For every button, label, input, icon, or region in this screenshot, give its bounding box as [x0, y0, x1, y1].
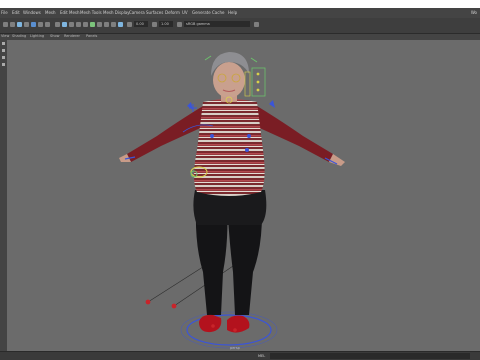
left-arm[interactable] [127, 106, 205, 162]
menu-help[interactable]: Help [228, 10, 237, 15]
select-tool-icon[interactable] [2, 42, 5, 45]
panel-menu-shading[interactable]: Shading [12, 34, 26, 38]
face-control-eye[interactable] [256, 80, 260, 84]
foot-control-right[interactable] [233, 328, 237, 332]
pole-vector-left[interactable] [145, 299, 151, 305]
menu-camera[interactable]: Camera [129, 10, 145, 15]
camera-attributes-icon[interactable] [10, 22, 15, 27]
dropdown-arrow-icon[interactable] [254, 22, 259, 27]
menu-edit-mesh[interactable]: Edit Mesh [60, 10, 80, 15]
menu-mesh[interactable]: Mesh [45, 10, 56, 15]
torso-ik-right[interactable] [247, 134, 251, 138]
foot-control-left[interactable] [211, 324, 215, 328]
gamma-icon[interactable] [152, 22, 157, 27]
textured-icon[interactable] [69, 22, 74, 27]
torso-ik-left[interactable] [210, 134, 214, 138]
right-arm[interactable] [255, 106, 333, 162]
bookmarks-icon[interactable] [17, 22, 22, 27]
menu-edit[interactable]: Edit [12, 10, 20, 15]
sweater-torso[interactable] [194, 99, 265, 196]
color-space-dropdown[interactable]: sRGB gamma [184, 21, 250, 27]
menu-deform[interactable]: Deform [165, 10, 180, 15]
panel-menu-show[interactable]: Show [50, 34, 59, 38]
menu-uv[interactable]: UV [182, 10, 188, 15]
face-slider[interactable] [244, 71, 251, 97]
left-shoe[interactable] [199, 314, 222, 333]
move-tool-icon[interactable] [2, 56, 5, 59]
antialias-icon[interactable] [104, 22, 109, 27]
lasso-tool-icon[interactable] [2, 49, 5, 52]
menu-file[interactable]: File [1, 10, 8, 15]
wireframe-icon[interactable] [55, 22, 60, 27]
right-shoe[interactable] [227, 315, 250, 333]
panel-menu-lighting[interactable]: Lighting [30, 34, 44, 38]
scene-canvas[interactable] [7, 40, 480, 352]
panel-menu-view[interactable]: View [1, 34, 9, 38]
shoulder-control-left[interactable] [187, 102, 193, 110]
face-control-mouth[interactable] [256, 88, 260, 92]
menu-generate[interactable]: Generate [192, 10, 211, 15]
gamma-field[interactable]: 1.00 [159, 21, 173, 27]
command-line: MEL [0, 351, 480, 360]
film-gate-icon[interactable] [38, 22, 43, 27]
smooth-shade-icon[interactable] [62, 22, 67, 27]
rotate-tool-icon[interactable] [2, 63, 5, 66]
maya-window: File Edit Windows Mesh Edit Mesh Mesh To… [0, 8, 480, 360]
pole-vector-right[interactable] [171, 303, 177, 309]
command-input[interactable] [270, 353, 470, 359]
shoulder-control-right[interactable] [269, 100, 275, 108]
menu-surfaces[interactable]: Surfaces [146, 10, 163, 15]
menu-bar: File Edit Windows Mesh Edit Mesh Mesh To… [0, 8, 480, 18]
panel-menu-renderer[interactable]: Renderer [64, 34, 80, 38]
face-control-brow[interactable] [256, 72, 260, 76]
menu-cache[interactable]: Cache [212, 10, 224, 15]
tool-box [0, 40, 7, 80]
motion-blur-icon[interactable] [97, 22, 102, 27]
belly-control[interactable] [245, 148, 249, 152]
menu-mesh-display[interactable]: Mesh Display [103, 10, 130, 15]
image-plane-icon[interactable] [24, 22, 29, 27]
3d-viewport[interactable]: persp [7, 40, 480, 352]
shadows-icon[interactable] [83, 22, 88, 27]
ambient-occlusion-icon[interactable] [90, 22, 95, 27]
grid-icon[interactable] [31, 22, 36, 27]
viewport-toolbar: 0.00 1.00 sRGB gamma [0, 18, 480, 34]
panel-menu-panels[interactable]: Panels [86, 34, 97, 38]
lights-icon[interactable] [76, 22, 81, 27]
select-camera-icon[interactable] [3, 22, 8, 27]
menu-mesh-tools[interactable]: Mesh Tools [80, 10, 102, 15]
resolution-gate-icon[interactable] [45, 22, 50, 27]
exposure-icon[interactable] [127, 22, 132, 27]
xray-icon[interactable] [118, 22, 123, 27]
view-transform-icon[interactable] [177, 22, 182, 27]
exposure-field[interactable]: 0.00 [134, 21, 148, 27]
isolate-select-icon[interactable] [111, 22, 116, 27]
menu-windows[interactable]: Windows [23, 10, 41, 15]
camera-label: persp [230, 346, 240, 350]
head[interactable] [213, 62, 245, 98]
workspace-label[interactable]: Wo [471, 10, 477, 15]
mel-label[interactable]: MEL [258, 354, 265, 358]
